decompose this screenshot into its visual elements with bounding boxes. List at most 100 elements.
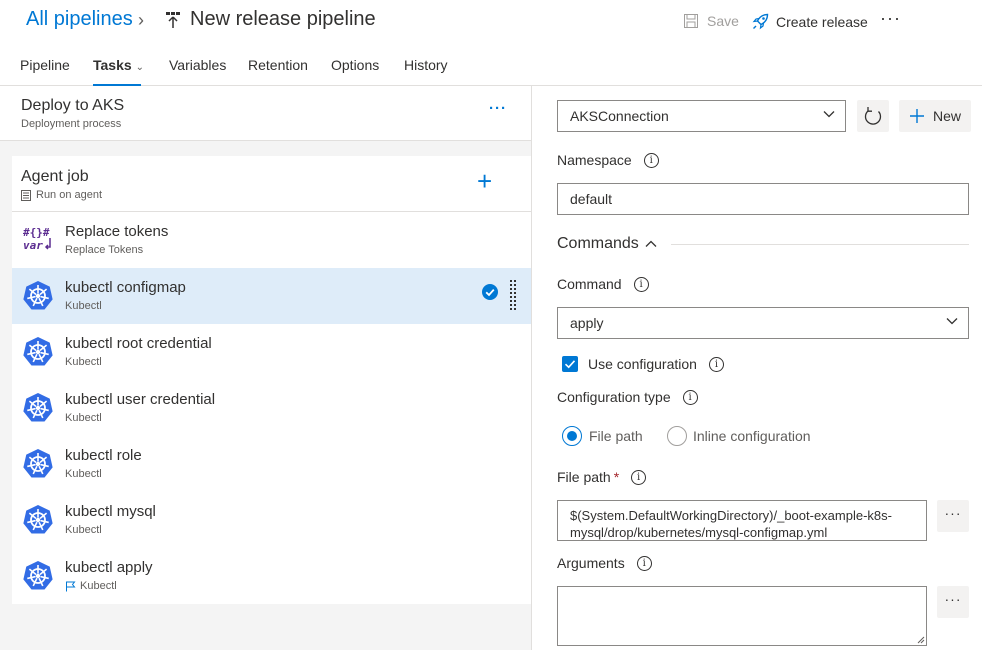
namespace-label: Namespace i (557, 152, 659, 168)
tab-tasks[interactable]: Tasks ⌄ (93, 57, 144, 73)
radio-file-path-label: File path (589, 428, 643, 444)
tab-tasks-label: Tasks (93, 57, 132, 73)
refresh-icon (864, 107, 882, 125)
stage-more-button[interactable]: ··· (489, 100, 507, 117)
use-configuration-checkbox[interactable] (562, 356, 578, 372)
task-item-kubectl-root-credential[interactable]: kubectl root credential Kubectl (12, 324, 531, 380)
agent-job-subtitle: Run on agent (21, 189, 102, 201)
radio-inline-configuration-label: Inline configuration (693, 428, 811, 444)
info-icon[interactable]: i (682, 389, 698, 405)
svg-text:#{}#: #{}# (23, 226, 50, 239)
task-name: kubectl root credential (65, 335, 212, 352)
use-configuration-label: Use configuration i (588, 356, 724, 372)
stage-subtitle: Deployment process (21, 118, 122, 130)
file-path-input[interactable]: $(System.DefaultWorkingDirectory)/_boot-… (557, 500, 927, 541)
task-item-kubectl-configmap[interactable]: kubectl configmap Kubectl (12, 268, 531, 324)
task-name: kubectl configmap (65, 279, 186, 296)
save-label: Save (707, 13, 739, 29)
create-release-button[interactable]: Create release (752, 13, 868, 30)
task-type: Kubectl (65, 468, 102, 480)
stage-title: Deploy to AKS (21, 97, 125, 114)
namespace-input[interactable]: default (557, 183, 969, 215)
task-name: Replace tokens (65, 223, 169, 240)
tab-history[interactable]: History (404, 57, 448, 73)
task-item-kubectl-mysql[interactable]: kubectl mysql Kubectl (12, 492, 531, 548)
save-button[interactable]: Save (683, 13, 739, 29)
kubernetes-icon (23, 449, 53, 478)
radio-inline-configuration[interactable] (667, 426, 687, 446)
task-name: kubectl role (65, 447, 142, 464)
task-type: Kubectl (65, 356, 102, 368)
resize-handle-icon[interactable] (917, 636, 925, 644)
rocket-icon (752, 13, 769, 30)
required-marker: * (613, 469, 620, 485)
info-icon[interactable]: i (631, 469, 647, 485)
save-icon (684, 14, 698, 28)
task-name: kubectl user credential (65, 391, 216, 408)
command-value: apply (570, 315, 604, 331)
file-path-browse-button[interactable]: ··· (937, 500, 969, 532)
arguments-label: Arguments i (557, 555, 652, 571)
task-type: Kubectl (65, 524, 102, 536)
task-item-kubectl-role[interactable]: kubectl role Kubectl (12, 436, 531, 492)
refresh-button[interactable] (857, 100, 889, 132)
more-actions-button[interactable]: ··· (880, 8, 901, 29)
server-icon (21, 189, 31, 201)
kubernetes-icon (23, 281, 53, 310)
chevron-down-icon (946, 318, 958, 325)
page-title: New release pipeline (190, 8, 376, 30)
kubernetes-icon (23, 337, 53, 366)
task-name: kubectl mysql (65, 503, 156, 520)
create-release-label: Create release (776, 13, 868, 30)
breadcrumb-chevron-icon: › (138, 10, 144, 30)
section-divider (670, 243, 969, 245)
plus-icon (910, 109, 924, 123)
use-configuration-label-text: Use configuration (588, 356, 697, 372)
task-type: Kubectl (65, 300, 102, 312)
info-icon[interactable]: i (643, 152, 659, 168)
namespace-label-text: Namespace (557, 152, 632, 168)
stage-header[interactable]: Deploy to AKS Deployment process ··· (0, 86, 531, 141)
tab-variables[interactable]: Variables (169, 57, 226, 73)
add-task-button[interactable]: + (477, 168, 492, 194)
task-name: kubectl apply (65, 559, 153, 576)
arguments-more-button[interactable]: ··· (937, 586, 969, 618)
chevron-up-icon (645, 240, 657, 247)
tab-retention[interactable]: Retention (248, 57, 308, 73)
new-connection-button[interactable]: New (899, 100, 972, 132)
chevron-down-icon: ⌄ (135, 62, 145, 73)
configuration-type-label-text: Configuration type (557, 389, 671, 405)
service-connection-value: AKSConnection (570, 108, 669, 124)
arguments-input[interactable] (557, 586, 927, 646)
service-connection-select[interactable]: AKSConnection (557, 100, 846, 132)
task-type: Replace Tokens (65, 244, 144, 256)
task-item-replace-tokens[interactable]: #{}# var Replace tokens Replace Tokens (12, 212, 531, 268)
task-type: Kubectl (65, 580, 117, 592)
check-circle-icon (482, 284, 498, 300)
task-item-kubectl-apply[interactable]: kubectl apply Kubectl (12, 548, 531, 604)
info-icon[interactable]: i (633, 276, 649, 292)
commands-section-header[interactable]: Commands (557, 233, 969, 255)
breadcrumb-all-pipelines[interactable]: All pipelines (26, 8, 133, 31)
commands-section-title: Commands (557, 235, 639, 252)
arguments-label-text: Arguments (557, 555, 625, 571)
agent-job-title: Agent job (21, 168, 89, 185)
task-list-panel: Deploy to AKS Deployment process ··· Age… (0, 86, 532, 650)
command-label-text: Command (557, 276, 622, 292)
agent-job-subtitle-text: Run on agent (36, 189, 103, 201)
info-icon[interactable]: i (636, 555, 652, 571)
file-path-label-text: File path (557, 469, 611, 485)
checkmark-icon (564, 360, 576, 369)
header-bar: All pipelines › New release pipeline Sav… (0, 0, 982, 44)
task-type-text: Kubectl (80, 580, 117, 592)
configuration-type-label: Configuration type i (557, 389, 698, 405)
tab-options[interactable]: Options (331, 57, 379, 73)
radio-file-path[interactable] (562, 426, 582, 446)
task-item-kubectl-user-credential[interactable]: kubectl user credential Kubectl (12, 380, 531, 436)
info-icon[interactable]: i (708, 356, 724, 372)
command-select[interactable]: apply (557, 307, 969, 339)
drag-handle-icon[interactable] (510, 280, 516, 310)
agent-job-header[interactable]: Agent job Run on agent + (12, 156, 531, 212)
tab-pipeline[interactable]: Pipeline (20, 57, 70, 73)
command-label: Command i (557, 276, 649, 292)
